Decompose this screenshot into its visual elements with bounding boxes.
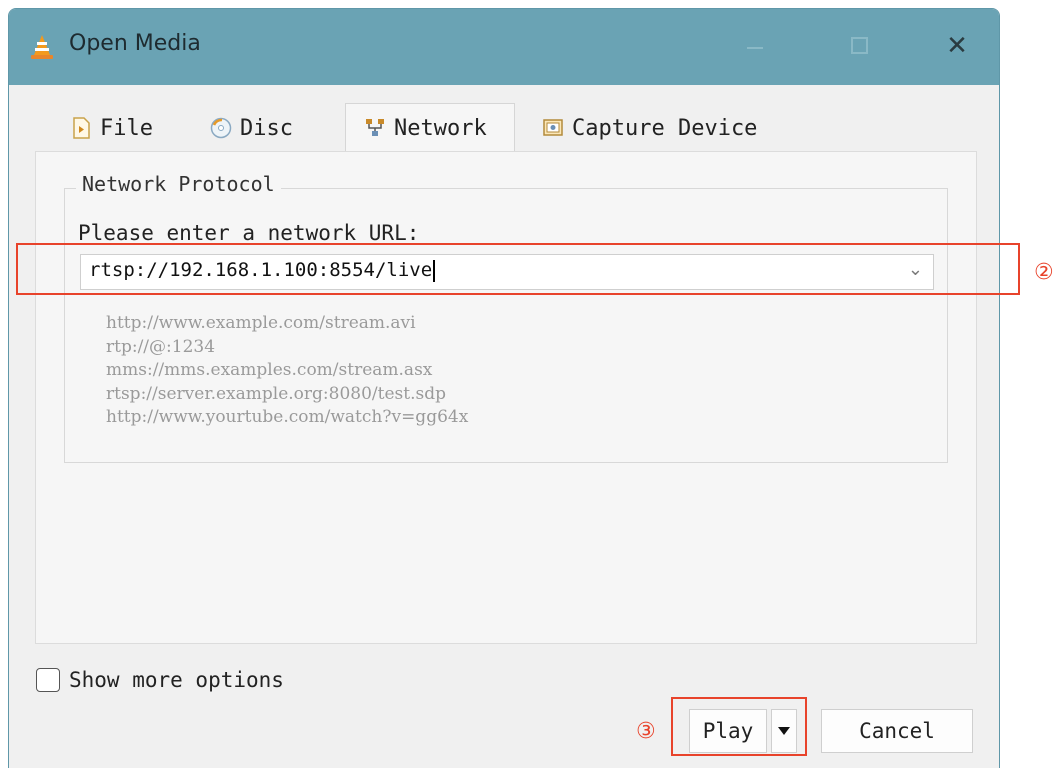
maximize-button[interactable]	[829, 21, 889, 71]
minimize-button[interactable]	[725, 21, 785, 71]
show-more-options-checkbox[interactable]	[36, 668, 60, 692]
tab-file-label: File	[100, 115, 153, 141]
file-icon	[73, 117, 90, 139]
tab-disc[interactable]: Disc	[191, 103, 343, 152]
network-icon	[366, 119, 384, 136]
cancel-button[interactable]: Cancel	[821, 709, 973, 753]
close-icon: ✕	[946, 31, 968, 61]
show-more-options-label[interactable]: Show more options	[69, 668, 284, 692]
example-line: http://www.yourtube.com/watch?v=gg64x	[106, 407, 469, 427]
tab-capture-device-label: Capture Device	[572, 115, 758, 141]
open-media-dialog: Open Media ✕ File Disc Network Capture D…	[8, 8, 1000, 768]
tab-disc-label: Disc	[240, 115, 293, 141]
title-bar[interactable]: Open Media ✕	[9, 9, 999, 85]
tab-network-label: Network	[394, 115, 487, 141]
tab-network[interactable]: Network	[345, 103, 515, 152]
example-line: rtsp://server.example.org:8080/test.sdp	[106, 383, 446, 404]
example-line: mms://mms.examples.com/stream.asx	[106, 360, 433, 380]
annotation-highlight-url	[16, 243, 1020, 295]
close-button[interactable]: ✕	[927, 21, 987, 71]
example-line: rtp://@:1234	[106, 336, 216, 357]
annotation-marker-2: ②	[1034, 260, 1054, 285]
vlc-cone-icon	[31, 35, 53, 59]
network-tab-panel: Network Protocol Please enter a network …	[35, 151, 977, 644]
annotation-marker-3: ③	[636, 719, 656, 744]
tab-file[interactable]: File	[51, 103, 183, 152]
url-label: Please enter a network URL:	[78, 221, 420, 245]
annotation-highlight-play	[671, 697, 807, 756]
example-line: http://www.example.com/stream.avi	[106, 313, 416, 333]
disc-icon	[210, 117, 232, 139]
tab-capture-device[interactable]: Capture Device	[523, 103, 815, 152]
window-title: Open Media	[69, 31, 201, 56]
url-examples: http://www.example.com/stream.avi rtp://…	[106, 312, 468, 430]
capture-device-icon	[543, 119, 563, 136]
group-title: Network Protocol	[76, 172, 281, 196]
